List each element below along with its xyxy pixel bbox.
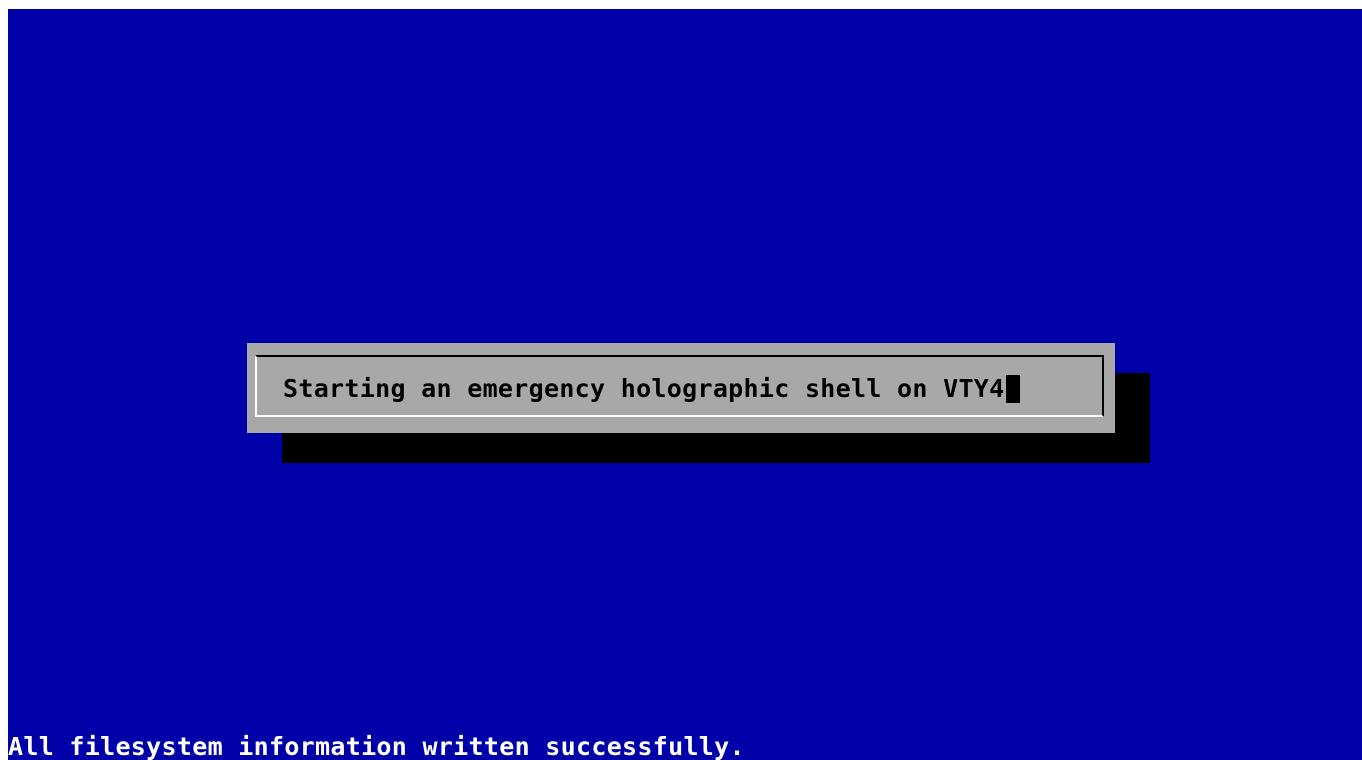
status-dialog: Starting an emergency holographic shell … [247,343,1115,433]
dialog-message: Starting an emergency holographic shell … [283,374,1005,403]
text-cursor [1005,375,1020,403]
screen: Starting an emergency holographic shell … [0,0,1362,760]
console-status-line: All filesystem information written succe… [8,732,745,760]
dialog-message-line: Starting an emergency holographic shell … [283,375,1020,403]
text-console: Starting an emergency holographic shell … [8,9,1362,760]
dialog-frame: Starting an emergency holographic shell … [255,355,1104,417]
